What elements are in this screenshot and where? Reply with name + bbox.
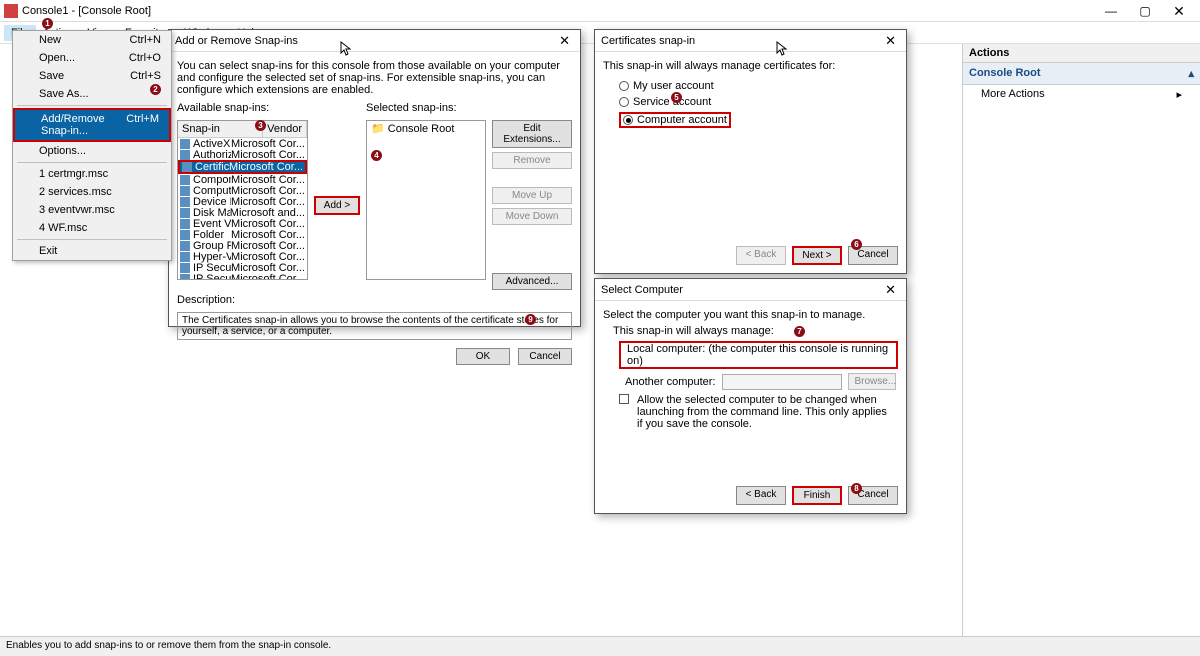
- computer-name-input: [722, 374, 842, 390]
- browse-button: Browse...: [848, 373, 896, 390]
- snapin-row[interactable]: ActiveX ControlMicrosoft Cor...: [178, 138, 307, 149]
- file-save[interactable]: SaveCtrl+S: [13, 67, 171, 85]
- file-saveas[interactable]: Save As...: [13, 85, 171, 103]
- actions-root[interactable]: Console Root▴: [963, 63, 1200, 85]
- snapin-row[interactable]: Authorization Manag...Microsoft Cor...: [178, 149, 307, 160]
- file-add-remove-snapin[interactable]: Add/Remove Snap-in...Ctrl+M: [13, 108, 171, 142]
- snapin-row[interactable]: Device ManagerMicrosoft Cor...: [178, 196, 307, 207]
- actions-more[interactable]: More Actions▸: [963, 85, 1200, 104]
- file-options[interactable]: Options...: [13, 142, 171, 160]
- file-recent-2[interactable]: 2 services.msc: [13, 183, 171, 201]
- file-menu-dropdown: NewCtrl+N Open...Ctrl+O SaveCtrl+S Save …: [12, 30, 172, 261]
- statusbar: Enables you to add snap-ins to or remove…: [0, 636, 1200, 656]
- select-computer-dialog: Select Computer ✕ Select the computer you…: [594, 278, 907, 514]
- annotation-3: 3: [255, 120, 266, 131]
- next-button[interactable]: Next >: [792, 246, 842, 265]
- intro-text: You can select snap-ins for this console…: [177, 60, 572, 96]
- annotation-6: 6: [851, 239, 862, 250]
- radio-computer[interactable]: Computer account: [603, 110, 898, 130]
- allow-change-checkbox[interactable]: Allow the selected computer to be change…: [603, 392, 898, 432]
- titlebar: Console1 - [Console Root] — ▢ ✕: [0, 0, 1200, 22]
- dialog-close-button[interactable]: ✕: [881, 282, 900, 298]
- annotation-5: 5: [671, 92, 682, 103]
- moveup-button: Move Up: [492, 187, 572, 204]
- snapin-row[interactable]: Disk ManagementMicrosoft and...: [178, 207, 307, 218]
- annotation-1: 1: [42, 18, 53, 29]
- dialog-title: Select Computer: [601, 284, 683, 296]
- available-snapins-list[interactable]: Snap-inVendor ActiveX ControlMicrosoft C…: [177, 120, 308, 280]
- finish-button[interactable]: Finish: [792, 486, 842, 505]
- window-controls: — ▢ ✕: [1094, 1, 1196, 21]
- cursor-icon: [340, 41, 352, 57]
- maximize-button[interactable]: ▢: [1128, 1, 1162, 21]
- intro-text: This snap-in will always manage certific…: [603, 60, 898, 72]
- ok-button[interactable]: OK: [456, 348, 510, 365]
- back-button: < Back: [736, 246, 786, 265]
- add-button[interactable]: Add >: [314, 196, 360, 215]
- annotation-7: 7: [794, 326, 805, 337]
- file-recent-3[interactable]: 3 eventvwr.msc: [13, 201, 171, 219]
- minimize-button[interactable]: —: [1094, 1, 1128, 21]
- file-new[interactable]: NewCtrl+N: [13, 31, 171, 49]
- annotation-2: 2: [150, 84, 161, 95]
- selected-snapins-list[interactable]: 📁 Console Root: [366, 120, 486, 280]
- edit-extensions-button[interactable]: Edit Extensions...: [492, 120, 572, 148]
- snapin-row[interactable]: CertificatesMicrosoft Cor...: [178, 160, 307, 174]
- file-exit[interactable]: Exit: [13, 242, 171, 260]
- certificates-snapin-dialog: Certificates snap-in ✕ This snap-in will …: [594, 29, 907, 274]
- radio-local[interactable]: Local computer: (the computer this conso…: [603, 339, 898, 371]
- snapin-row[interactable]: Component ServicesMicrosoft Cor...: [178, 174, 307, 185]
- dialog-close-button[interactable]: ✕: [881, 33, 900, 49]
- snapin-row[interactable]: IP Security MonitorMicrosoft Cor...: [178, 262, 307, 273]
- add-remove-snapins-dialog: Add or Remove Snap-ins ✕ You can select …: [168, 29, 581, 327]
- snapin-row[interactable]: Group Policy Object ...Microsoft Cor...: [178, 240, 307, 251]
- actions-header: Actions: [963, 44, 1200, 63]
- file-recent-4[interactable]: 4 WF.msc: [13, 219, 171, 237]
- snapin-row[interactable]: FolderMicrosoft Cor...: [178, 229, 307, 240]
- advanced-button[interactable]: Advanced...: [492, 273, 572, 290]
- separator: [17, 239, 167, 240]
- annotation-8: 8: [851, 483, 862, 494]
- snapin-row[interactable]: Hyper-V ManagerMicrosoft Cor...: [178, 251, 307, 262]
- annotation-4: 4: [371, 150, 382, 161]
- actions-pane: Actions Console Root▴ More Actions▸: [962, 44, 1200, 636]
- close-button[interactable]: ✕: [1162, 1, 1196, 21]
- selected-label: Selected snap-ins:: [366, 102, 486, 114]
- snapin-row[interactable]: Computer Managem...Microsoft Cor...: [178, 185, 307, 196]
- file-open[interactable]: Open...Ctrl+O: [13, 49, 171, 67]
- cursor-icon: [776, 41, 788, 57]
- intro-text: Select the computer you want this snap-i…: [603, 309, 898, 321]
- window-title: Console1 - [Console Root]: [22, 5, 1094, 17]
- remove-button: Remove: [492, 152, 572, 169]
- app-icon: [4, 4, 18, 18]
- available-label: Available snap-ins:: [177, 102, 308, 114]
- dialog-title: Certificates snap-in: [601, 35, 695, 47]
- separator: [17, 162, 167, 163]
- file-recent-1[interactable]: 1 certmgr.msc: [13, 165, 171, 183]
- radio-another[interactable]: Another computer:Browse...: [603, 371, 898, 392]
- snapin-row[interactable]: Event ViewerMicrosoft Cor...: [178, 218, 307, 229]
- dialog-close-button[interactable]: ✕: [555, 33, 574, 49]
- description-label: Description:: [177, 294, 572, 306]
- separator: [17, 105, 167, 106]
- cancel-button[interactable]: Cancel: [518, 348, 572, 365]
- back-button[interactable]: < Back: [736, 486, 786, 505]
- annotation-9: 9: [525, 314, 536, 325]
- radio-service[interactable]: Service account: [603, 94, 898, 110]
- radio-my-user[interactable]: My user account: [603, 78, 898, 94]
- movedown-button: Move Down: [492, 208, 572, 225]
- description-box: The Certificates snap-in allows you to b…: [177, 312, 572, 340]
- sub-text: This snap-in will always manage:: [603, 325, 898, 337]
- selected-console-root: 📁 Console Root: [367, 121, 485, 136]
- dialog-title: Add or Remove Snap-ins: [175, 35, 298, 47]
- dialog-titlebar: Add or Remove Snap-ins ✕: [169, 30, 580, 52]
- snapin-row[interactable]: IP Security Policy M...Microsoft Cor...: [178, 273, 307, 280]
